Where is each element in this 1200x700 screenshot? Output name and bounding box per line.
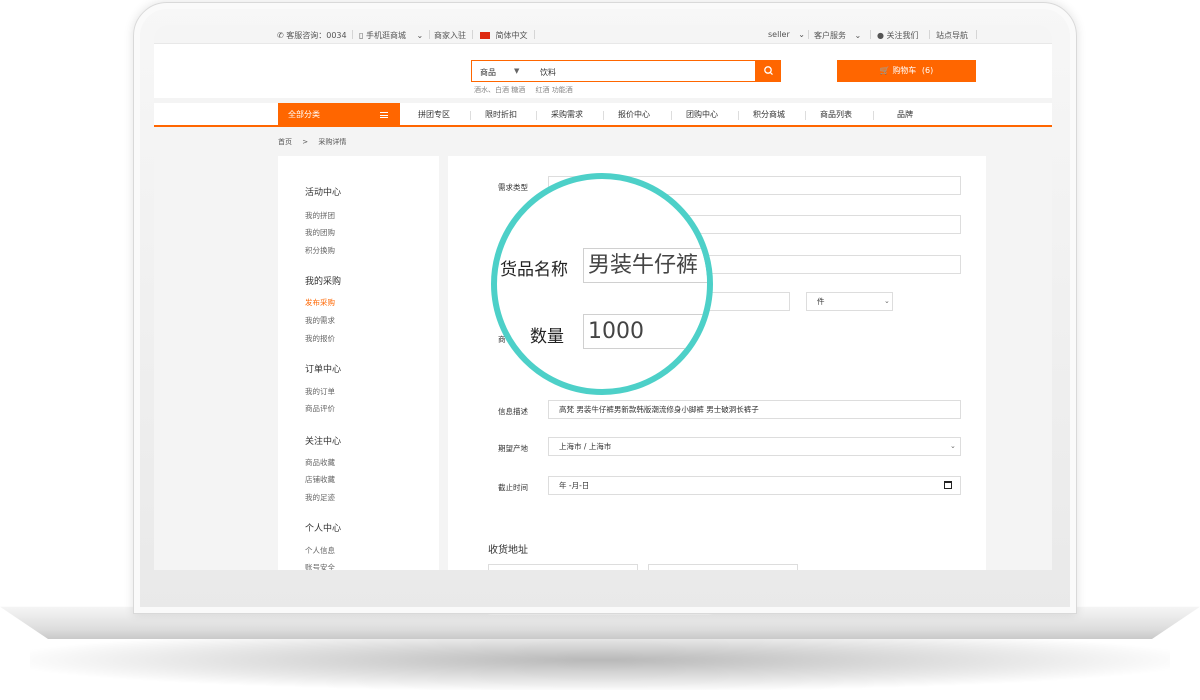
wechat-icon: ● (877, 31, 884, 40)
quantity-zoomed-input[interactable]: 1000 (583, 314, 707, 349)
search-box: 商品 ▼ 饮料 (471, 60, 756, 82)
divider (808, 30, 809, 39)
expected-origin-label: 期望产地 (498, 444, 528, 453)
divider (352, 30, 353, 39)
language-switch[interactable]: 简体中文 (480, 30, 528, 41)
china-flag-icon (480, 32, 490, 39)
hotline[interactable]: ✆ 客服咨询：0034 (277, 30, 347, 41)
address-province-field[interactable] (488, 564, 638, 570)
phone-icon: ✆ (277, 31, 284, 40)
sidebar-group-title: 我的采购 (305, 277, 342, 287)
info-description-field[interactable]: 高梵 男装牛仔裤男新款韩版潮流修身小脚裤 男士破洞长裤子 (548, 400, 961, 419)
divider (534, 30, 535, 39)
search-input[interactable]: 饮料 (540, 67, 556, 78)
divider (472, 30, 473, 39)
chevron-down-icon: ⌄ (416, 31, 424, 40)
top-utility-bar: ✆ 客服咨询：0034 ▯ 手机逛商城 ⌄ 商家入驻 简体中文 seller ⌄… (154, 25, 1052, 44)
search-category-select[interactable]: 商品 (480, 67, 496, 78)
nav-item-brand[interactable]: 品牌 (897, 103, 913, 127)
follow-us-link[interactable]: ● 关注我们 (877, 30, 919, 41)
sidebar-item-my-footprints[interactable]: 我的足迹 (305, 492, 335, 503)
sidebar-item-my-demand[interactable]: 我的需求 (305, 315, 335, 326)
chevron-down-icon: ⌄ (798, 30, 805, 39)
hotword-link[interactable]: 酒水、白酒 糖酒 (474, 86, 525, 94)
cart-button[interactable]: 🛒 购物车 (6) (837, 60, 976, 82)
deadline-label: 截止时间 (498, 483, 528, 492)
sidebar-item-points-exchange[interactable]: 积分换购 (305, 245, 335, 256)
nav-item-purchase-demand[interactable]: 采购需求 (551, 103, 583, 127)
search-button[interactable] (756, 60, 781, 82)
sidebar-item-my-group-buy[interactable]: 我的拼团 (305, 210, 335, 221)
chevron-down-icon: ⌄ (950, 442, 956, 450)
breadcrumb-separator: > (302, 138, 309, 146)
account-sidebar: 活动中心 我的拼团 我的团购 积分换购 我的采购 发布采购 我的需求 我的报价 … (278, 156, 439, 570)
site-header: 商品 ▼ 饮料 酒水、白酒 糖酒 红酒 功能酒 🛒 购物车 (6) (154, 44, 1052, 98)
search-icon (764, 66, 773, 76)
magnifier-lens: 货品名称 男装牛仔裤 数量 1000 (491, 173, 713, 395)
address-section-title: 收货地址 (488, 545, 528, 556)
breadcrumb-home[interactable]: 首页 (278, 138, 292, 146)
chevron-down-icon: ⌄ (854, 31, 862, 40)
breadcrumb-current: 采购详情 (318, 138, 347, 146)
laptop-shadow (30, 630, 1170, 690)
sitemap-link[interactable]: 站点导航 (936, 30, 968, 41)
nav-item-flash-discount[interactable]: 限时折扣 (485, 103, 517, 127)
nav-item-product-list[interactable]: 商品列表 (820, 103, 852, 127)
sidebar-item-my-team-buy[interactable]: 我的团购 (305, 227, 335, 238)
sidebar-item-my-quote[interactable]: 我的报价 (305, 333, 335, 344)
sidebar-item-shop-favorites[interactable]: 店铺收藏 (305, 474, 335, 485)
divider (870, 30, 871, 39)
unit-select[interactable]: 件 (806, 292, 893, 311)
mobile-icon: ▯ (359, 31, 364, 40)
demand-type-label: 需求类型 (498, 183, 528, 192)
product-name-zoomed-input[interactable]: 男装牛仔裤 (583, 248, 707, 283)
sidebar-group-title: 个人中心 (305, 524, 342, 534)
nav-item-points-mall[interactable]: 积分商城 (753, 103, 785, 127)
sidebar-group-title: 订单中心 (305, 365, 342, 375)
cart-icon: 🛒 (879, 66, 890, 75)
product-name-label: 货品名称 (500, 260, 568, 280)
all-categories-button[interactable]: 全部分类 (278, 103, 400, 127)
chevron-down-icon: ⌄ (884, 297, 890, 305)
sidebar-group-title: 关注中心 (305, 437, 342, 447)
calendar-icon[interactable] (944, 481, 952, 489)
sidebar-item-personal-info[interactable]: 个人信息 (305, 545, 335, 556)
divider (738, 111, 739, 120)
sidebar-group-title: 活动中心 (305, 188, 342, 198)
nav-item-group-center[interactable]: 团购中心 (686, 103, 718, 127)
main-nav: 全部分类 拼团专区 限时折扣 采购需求 报价中心 团购中心 积分商城 商品列表 … (154, 103, 1052, 127)
customer-service-menu[interactable]: 客户服务 ⌄ (814, 30, 861, 41)
divider (671, 111, 672, 120)
merchant-join-link[interactable]: 商家入驻 (434, 30, 466, 41)
divider (976, 30, 977, 39)
divider (805, 111, 806, 120)
nav-item-group-buy-zone[interactable]: 拼团专区 (418, 103, 450, 127)
deadline-date-input[interactable]: 年 -月-日 (548, 476, 961, 495)
divider (429, 30, 430, 39)
info-description-label: 信息描述 (498, 407, 528, 416)
sidebar-item-account-security[interactable]: 账号安全 (305, 562, 335, 570)
divider (470, 111, 471, 120)
user-menu[interactable]: seller ⌄ (768, 30, 805, 39)
quantity-label: 数量 (530, 327, 564, 347)
sidebar-item-product-reviews[interactable]: 商品评价 (305, 403, 335, 414)
address-city-field[interactable] (648, 564, 798, 570)
sidebar-item-my-orders[interactable]: 我的订单 (305, 386, 335, 397)
hot-search-words: 酒水、白酒 糖酒 红酒 功能酒 (474, 85, 581, 95)
sidebar-item-product-favorites[interactable]: 商品收藏 (305, 457, 335, 468)
menu-icon (380, 112, 388, 118)
hotword-link[interactable]: 红酒 功能酒 (535, 86, 572, 94)
breadcrumb: 首页 > 采购详情 (278, 137, 346, 147)
divider (873, 111, 874, 120)
divider (536, 111, 537, 120)
chevron-down-icon: ▼ (514, 67, 520, 75)
divider (603, 111, 604, 120)
mobile-mall-link[interactable]: ▯ 手机逛商城 ⌄ (359, 30, 423, 41)
nav-item-quote-center[interactable]: 报价中心 (618, 103, 650, 127)
sidebar-item-publish-purchase[interactable]: 发布采购 (305, 297, 335, 308)
divider (929, 30, 930, 39)
expected-origin-select[interactable]: 上海市 / 上海市 (548, 437, 961, 456)
